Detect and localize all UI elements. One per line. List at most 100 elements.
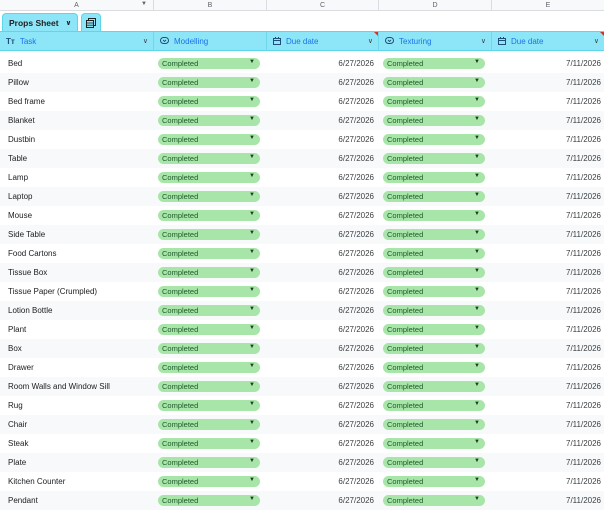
chip-dropdown-icon[interactable]: ▼ bbox=[249, 439, 255, 445]
modelling-due-date-cell[interactable]: 6/27/2026 bbox=[267, 263, 379, 282]
texturing-cell[interactable]: Completed ▼ bbox=[379, 415, 492, 434]
status-chip[interactable]: Completed ▼ bbox=[158, 229, 260, 240]
header-due-date-2[interactable]: Due date ∨ bbox=[492, 32, 604, 51]
status-chip[interactable]: Completed ▼ bbox=[383, 362, 485, 373]
texturing-cell[interactable]: Completed ▼ bbox=[379, 434, 492, 453]
modelling-cell[interactable]: Completed ▼ bbox=[154, 320, 267, 339]
status-chip[interactable]: Completed ▼ bbox=[383, 58, 485, 69]
task-cell[interactable]: Box bbox=[0, 339, 154, 358]
texturing-cell[interactable]: Completed ▼ bbox=[379, 339, 492, 358]
chip-dropdown-icon[interactable]: ▼ bbox=[249, 97, 255, 103]
modelling-due-date-cell[interactable]: 6/27/2026 bbox=[267, 92, 379, 111]
chip-dropdown-icon[interactable]: ▼ bbox=[474, 363, 480, 369]
modelling-cell[interactable]: Completed ▼ bbox=[154, 149, 267, 168]
status-chip[interactable]: Completed ▼ bbox=[158, 210, 260, 221]
status-chip[interactable]: Completed ▼ bbox=[158, 96, 260, 107]
task-cell[interactable]: Blanket bbox=[0, 111, 154, 130]
modelling-due-date-cell[interactable]: 6/27/2026 bbox=[267, 339, 379, 358]
modelling-due-date-cell[interactable]: 6/27/2026 bbox=[267, 168, 379, 187]
status-chip[interactable]: Completed ▼ bbox=[158, 58, 260, 69]
modelling-due-date-cell[interactable]: 6/27/2026 bbox=[267, 225, 379, 244]
chip-dropdown-icon[interactable]: ▼ bbox=[474, 116, 480, 122]
chip-dropdown-icon[interactable]: ▼ bbox=[249, 192, 255, 198]
chip-dropdown-icon[interactable]: ▼ bbox=[249, 116, 255, 122]
chip-dropdown-icon[interactable]: ▼ bbox=[249, 458, 255, 464]
texturing-due-date-cell[interactable]: 7/11/2026 bbox=[492, 187, 604, 206]
chip-dropdown-icon[interactable]: ▼ bbox=[249, 401, 255, 407]
header-due-date-1[interactable]: Due date ∨ bbox=[267, 32, 379, 51]
texturing-cell[interactable]: Completed ▼ bbox=[379, 301, 492, 320]
modelling-cell[interactable]: Completed ▼ bbox=[154, 244, 267, 263]
chip-dropdown-icon[interactable]: ▼ bbox=[474, 211, 480, 217]
status-chip[interactable]: Completed ▼ bbox=[158, 495, 260, 506]
texturing-due-date-cell[interactable]: 7/11/2026 bbox=[492, 358, 604, 377]
status-chip[interactable]: Completed ▼ bbox=[158, 153, 260, 164]
status-chip[interactable]: Completed ▼ bbox=[158, 115, 260, 126]
chip-dropdown-icon[interactable]: ▼ bbox=[249, 249, 255, 255]
texturing-cell[interactable]: Completed ▼ bbox=[379, 54, 492, 73]
chip-dropdown-icon[interactable]: ▼ bbox=[249, 477, 255, 483]
status-chip[interactable]: Completed ▼ bbox=[383, 172, 485, 183]
chip-dropdown-icon[interactable]: ▼ bbox=[249, 382, 255, 388]
header-modelling[interactable]: Modelling bbox=[154, 32, 267, 51]
texturing-due-date-cell[interactable]: 7/11/2026 bbox=[492, 54, 604, 73]
modelling-cell[interactable]: Completed ▼ bbox=[154, 263, 267, 282]
chip-dropdown-icon[interactable]: ▼ bbox=[249, 59, 255, 65]
chevron-down-icon[interactable]: ∨ bbox=[594, 37, 599, 45]
status-chip[interactable]: Completed ▼ bbox=[158, 286, 260, 297]
status-chip[interactable]: Completed ▼ bbox=[383, 286, 485, 297]
status-chip[interactable]: Completed ▼ bbox=[158, 267, 260, 278]
header-texturing[interactable]: Texturing ∨ bbox=[379, 32, 492, 51]
task-cell[interactable]: Steak bbox=[0, 434, 154, 453]
status-chip[interactable]: Completed ▼ bbox=[158, 343, 260, 354]
status-chip[interactable]: Completed ▼ bbox=[383, 343, 485, 354]
texturing-cell[interactable]: Completed ▼ bbox=[379, 491, 492, 510]
modelling-cell[interactable]: Completed ▼ bbox=[154, 206, 267, 225]
status-chip[interactable]: Completed ▼ bbox=[158, 381, 260, 392]
modelling-cell[interactable]: Completed ▼ bbox=[154, 130, 267, 149]
task-cell[interactable]: Pillow bbox=[0, 73, 154, 92]
texturing-cell[interactable]: Completed ▼ bbox=[379, 149, 492, 168]
task-cell[interactable]: Mouse bbox=[0, 206, 154, 225]
modelling-cell[interactable]: Completed ▼ bbox=[154, 282, 267, 301]
modelling-due-date-cell[interactable]: 6/27/2026 bbox=[267, 320, 379, 339]
modelling-due-date-cell[interactable]: 6/27/2026 bbox=[267, 73, 379, 92]
texturing-due-date-cell[interactable]: 7/11/2026 bbox=[492, 320, 604, 339]
status-chip[interactable]: Completed ▼ bbox=[158, 191, 260, 202]
modelling-due-date-cell[interactable]: 6/27/2026 bbox=[267, 453, 379, 472]
status-chip[interactable]: Completed ▼ bbox=[158, 324, 260, 335]
status-chip[interactable]: Completed ▼ bbox=[383, 400, 485, 411]
modelling-cell[interactable]: Completed ▼ bbox=[154, 92, 267, 111]
modelling-cell[interactable]: Completed ▼ bbox=[154, 377, 267, 396]
modelling-cell[interactable]: Completed ▼ bbox=[154, 187, 267, 206]
status-chip[interactable]: Completed ▼ bbox=[383, 153, 485, 164]
texturing-cell[interactable]: Completed ▼ bbox=[379, 111, 492, 130]
status-chip[interactable]: Completed ▼ bbox=[383, 134, 485, 145]
texturing-cell[interactable]: Completed ▼ bbox=[379, 320, 492, 339]
texturing-due-date-cell[interactable]: 7/11/2026 bbox=[492, 92, 604, 111]
chip-dropdown-icon[interactable]: ▼ bbox=[249, 344, 255, 350]
texturing-due-date-cell[interactable]: 7/11/2026 bbox=[492, 434, 604, 453]
chip-dropdown-icon[interactable]: ▼ bbox=[474, 325, 480, 331]
chip-dropdown-icon[interactable]: ▼ bbox=[474, 344, 480, 350]
task-cell[interactable]: Pendant bbox=[0, 491, 154, 510]
status-chip[interactable]: Completed ▼ bbox=[158, 400, 260, 411]
texturing-cell[interactable]: Completed ▼ bbox=[379, 244, 492, 263]
status-chip[interactable]: Completed ▼ bbox=[383, 115, 485, 126]
texturing-cell[interactable]: Completed ▼ bbox=[379, 225, 492, 244]
task-cell[interactable]: Plate bbox=[0, 453, 154, 472]
status-chip[interactable]: Completed ▼ bbox=[383, 77, 485, 88]
texturing-due-date-cell[interactable]: 7/11/2026 bbox=[492, 415, 604, 434]
modelling-cell[interactable]: Completed ▼ bbox=[154, 225, 267, 244]
status-chip[interactable]: Completed ▼ bbox=[383, 419, 485, 430]
status-chip[interactable]: Completed ▼ bbox=[158, 305, 260, 316]
chip-dropdown-icon[interactable]: ▼ bbox=[474, 496, 480, 502]
texturing-due-date-cell[interactable]: 7/11/2026 bbox=[492, 73, 604, 92]
task-cell[interactable]: Tissue Box bbox=[0, 263, 154, 282]
modelling-cell[interactable]: Completed ▼ bbox=[154, 358, 267, 377]
texturing-due-date-cell[interactable]: 7/11/2026 bbox=[492, 111, 604, 130]
column-menu-arrow-icon[interactable]: ▼ bbox=[141, 1, 147, 7]
chip-dropdown-icon[interactable]: ▼ bbox=[249, 173, 255, 179]
texturing-due-date-cell[interactable]: 7/11/2026 bbox=[492, 225, 604, 244]
chip-dropdown-icon[interactable]: ▼ bbox=[474, 173, 480, 179]
